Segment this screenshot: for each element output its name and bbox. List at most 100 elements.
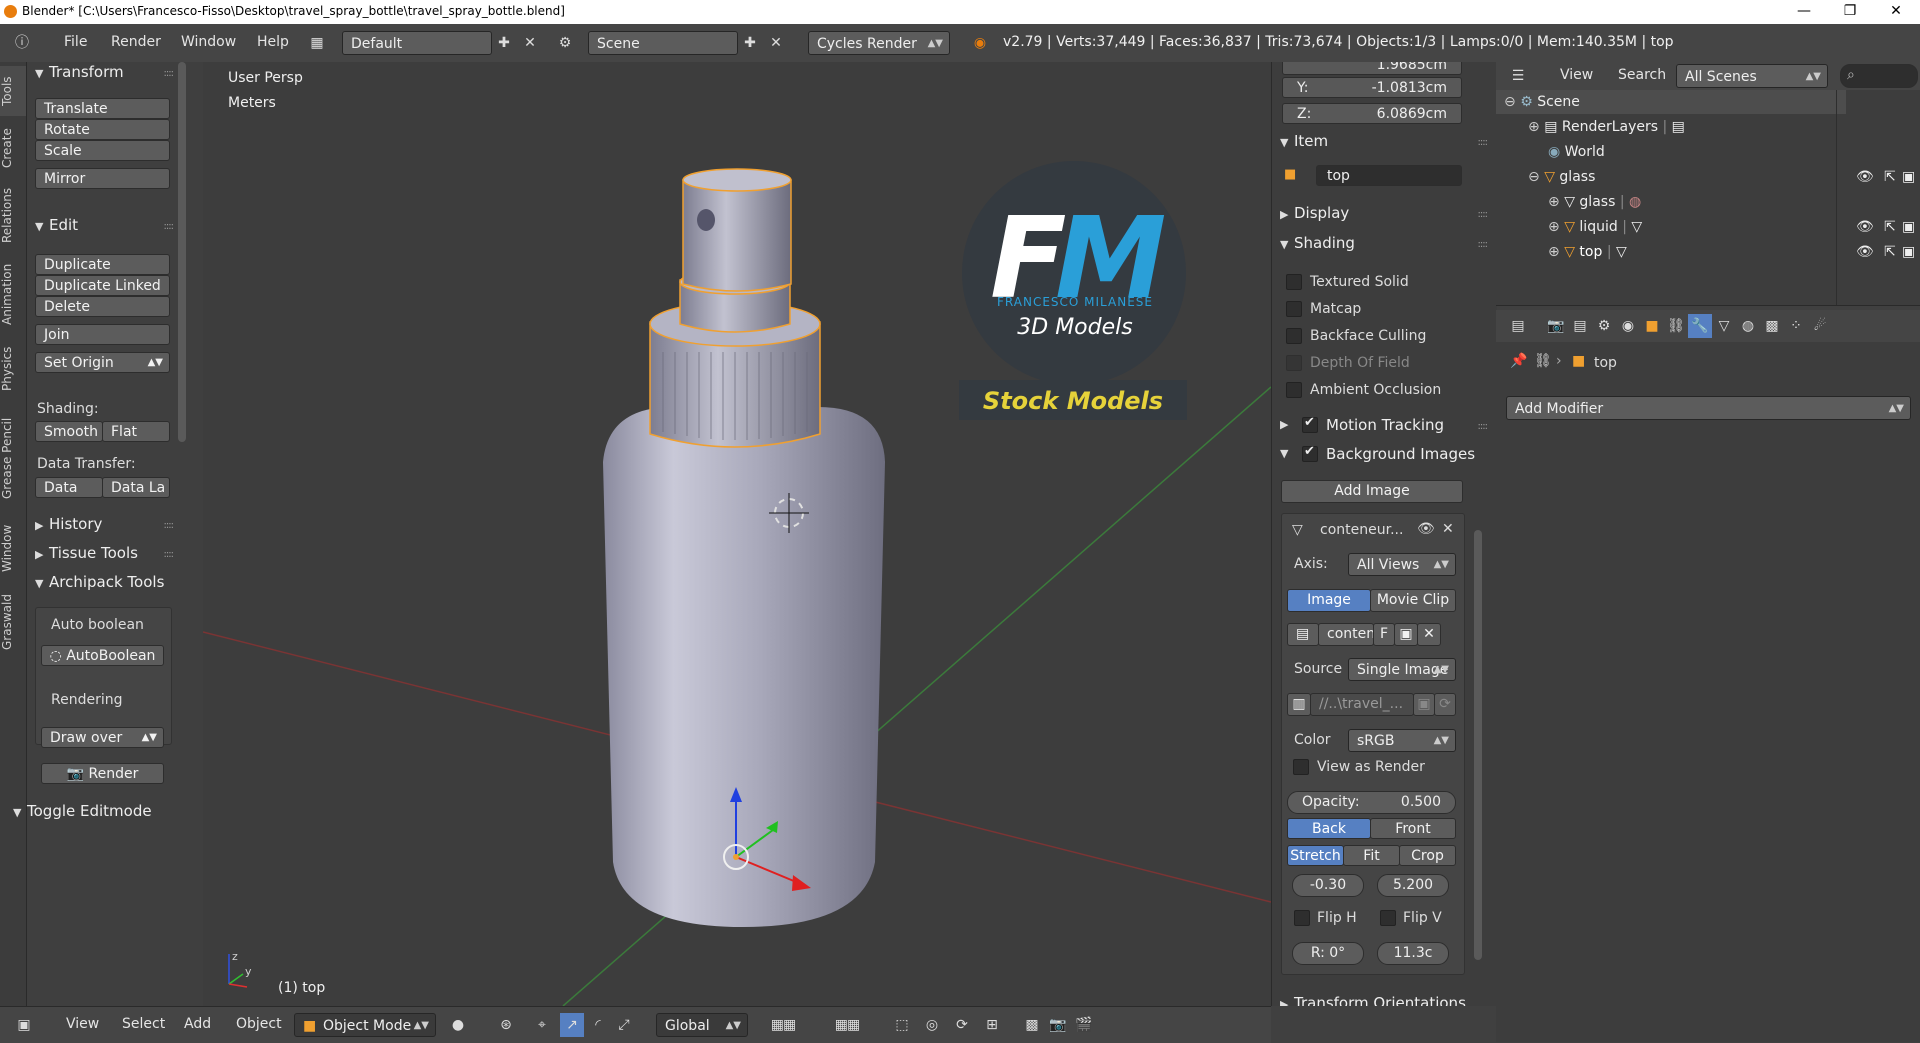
scale-manipulator-icon[interactable]: ⤢ [612,1013,636,1037]
texture-tab-icon[interactable]: ▩ [1760,314,1784,338]
menu-view[interactable]: View [66,1016,99,1032]
npanel-scrollbar[interactable] [1474,530,1482,960]
outliner-row-top[interactable]: ⊕ ▽ top | ▽ [1548,241,1627,263]
archipack-panel-header[interactable]: ▼ Archipack Tools [35,573,164,591]
grid-snap-icon[interactable]: ▩ [1020,1013,1044,1037]
menu-object[interactable]: Object [236,1016,282,1032]
mirror-button[interactable]: Mirror [35,168,170,189]
flat-button[interactable]: Flat [102,421,170,442]
image-browse-icon[interactable]: ▤ [1287,623,1319,646]
screen-layout-icon[interactable]: ▦ [305,31,329,55]
duplicate-linked-button[interactable]: Duplicate Linked [35,275,170,296]
pivot-point-icon[interactable]: ⊛ [494,1013,518,1037]
mode-selector[interactable]: ■ Object Mode ▲▼ [294,1013,436,1037]
tab-tools[interactable]: Tools [0,66,26,116]
back-button[interactable]: Back [1287,818,1371,839]
front-button[interactable]: Front [1370,818,1456,839]
matcap-checkbox[interactable] [1286,301,1302,317]
crop-button[interactable]: Crop [1399,845,1456,866]
movie-clip-tab[interactable]: Movie Clip [1370,589,1456,612]
manipulator-toggle-icon[interactable]: ⌖ [530,1013,554,1037]
snap-icon[interactable]: ⟳ [950,1013,974,1037]
location-z-field[interactable]: Z: 6.0869cm [1282,103,1462,124]
material-tab-icon[interactable]: ◍ [1736,314,1760,338]
motion-tracking-panel-header[interactable]: ▶ [1280,414,1294,432]
outliner-row-world[interactable]: ◉ World [1548,141,1605,163]
add-layout-icon[interactable]: ✚ [492,31,516,55]
image-path-field[interactable]: //..\travel_... [1310,693,1414,716]
render-visibility-icon[interactable]: ▣ [1902,216,1915,238]
file-icon[interactable]: ▥ [1287,693,1311,716]
panel-grip-icon[interactable]: :::: [164,520,175,531]
tab-physics[interactable]: Physics [0,338,26,400]
panel-grip-icon[interactable]: :::: [1478,239,1489,250]
outliner-row-renderlayers[interactable]: ⊕ ▤ RenderLayers | ▤ [1528,116,1685,138]
pin-icon[interactable]: 📌 [1510,353,1527,369]
fake-user-button[interactable]: F [1373,623,1395,646]
proportional-edit-icon[interactable]: ◎ [920,1013,944,1037]
tab-relations[interactable]: Relations [0,180,26,250]
data-layout-button[interactable]: Data La [102,477,170,498]
tab-animation[interactable]: Animation [0,254,26,334]
menu-render[interactable]: Render [111,34,161,50]
panel-grip-icon[interactable]: :::: [164,68,175,79]
ambient-occlusion-checkbox[interactable] [1286,382,1302,398]
scene-icon[interactable]: ⚙ [553,31,577,55]
scene-selector[interactable]: Scene [588,31,738,55]
transform-orientations-panel-header[interactable]: ▶ Transform Orientations [1280,994,1466,1006]
render-still-icon[interactable]: 📷 [1046,1013,1070,1037]
outliner-menu-view[interactable]: View [1560,67,1593,83]
panel-grip-icon[interactable]: :::: [1478,209,1489,220]
motion-tracking-checkbox[interactable] [1302,415,1318,433]
flip-v-checkbox[interactable] [1380,910,1396,926]
visibility-eye-icon[interactable]: 👁 [1856,166,1874,188]
maximize-button[interactable]: ❐ [1827,0,1873,24]
tab-graswald[interactable]: Graswald [0,584,26,660]
rotation-field[interactable]: R: 0° [1292,942,1364,965]
set-origin-dropdown[interactable]: Set Origin ▲▼ [35,352,170,373]
tab-window[interactable]: Window [0,516,26,580]
browse-file-icon[interactable]: ▣ [1413,693,1435,716]
outliner-row-glass-mesh[interactable]: ⊕ ▽ glass | ◍ [1548,191,1641,213]
transform-panel-header[interactable]: ▼ Transform [35,63,124,81]
render-layers-tab-icon[interactable]: ▤ [1568,314,1592,338]
snap-target-icon[interactable]: ⊞ [980,1013,1004,1037]
textured-solid-checkbox[interactable] [1286,274,1302,290]
object-name-field[interactable]: top [1316,165,1462,186]
layers-icon[interactable]: ▦▦ [758,1013,808,1037]
history-panel-header[interactable]: ▶ History [35,515,102,533]
close-window-button[interactable]: ✕ [1873,0,1919,24]
add-modifier-dropdown[interactable]: Add Modifier ▲▼ [1506,396,1911,420]
edit-panel-header[interactable]: ▼ Edit [35,216,78,234]
layers-icon-2[interactable]: ▦▦ [822,1013,872,1037]
rotate-manipulator-icon[interactable]: ◜ [586,1013,610,1037]
menu-add[interactable]: Add [184,1016,211,1032]
render-anim-icon[interactable]: 🎬 [1072,1013,1096,1037]
remove-icon[interactable]: ✕ [1442,521,1454,537]
viewport-shading-icon[interactable]: ● [446,1013,470,1037]
physics-tab-icon[interactable]: ☄ [1808,314,1832,338]
modifiers-tab-icon[interactable]: 🔧 [1688,314,1712,338]
constraints-tab-icon[interactable]: ⛓ [1664,314,1688,338]
translate-button[interactable]: Translate [35,98,170,119]
open-image-icon[interactable]: ▣ [1394,623,1418,646]
visibility-eye-icon[interactable]: 👁 [1856,241,1874,263]
panel-grip-icon[interactable]: :::: [164,221,175,232]
particles-tab-icon[interactable]: ⁘ [1784,314,1808,338]
properties-editor-type-icon[interactable]: ▤ [1506,314,1530,338]
opacity-slider[interactable]: Opacity: 0.500 [1287,791,1456,814]
3d-viewport[interactable]: User Persp Meters z y F M FRANCESCO MILA… [203,62,1271,1006]
panel-grip-icon[interactable]: :::: [1478,137,1489,148]
outliner-row-glass-object[interactable]: ⊖ ▽ glass [1528,166,1595,188]
color-space-dropdown[interactable]: sRGB ▲▼ [1348,729,1456,752]
world-tab-icon[interactable]: ◉ [1616,314,1640,338]
outliner-menu-search[interactable]: Search [1618,67,1666,83]
item-panel-header[interactable]: ▼ Item [1280,132,1328,150]
info-editor-type-icon[interactable]: ⓘ [10,31,34,55]
tab-create[interactable]: Create [0,120,26,176]
outliner-row-liquid[interactable]: ⊕ ▽ liquid | ▽ [1548,216,1642,238]
render-visibility-icon[interactable]: ▣ [1902,166,1915,188]
panel-grip-icon[interactable]: :::: [164,549,175,560]
offset-x-field[interactable]: -0.30 [1292,874,1364,897]
smooth-button[interactable]: Smooth [35,421,103,442]
